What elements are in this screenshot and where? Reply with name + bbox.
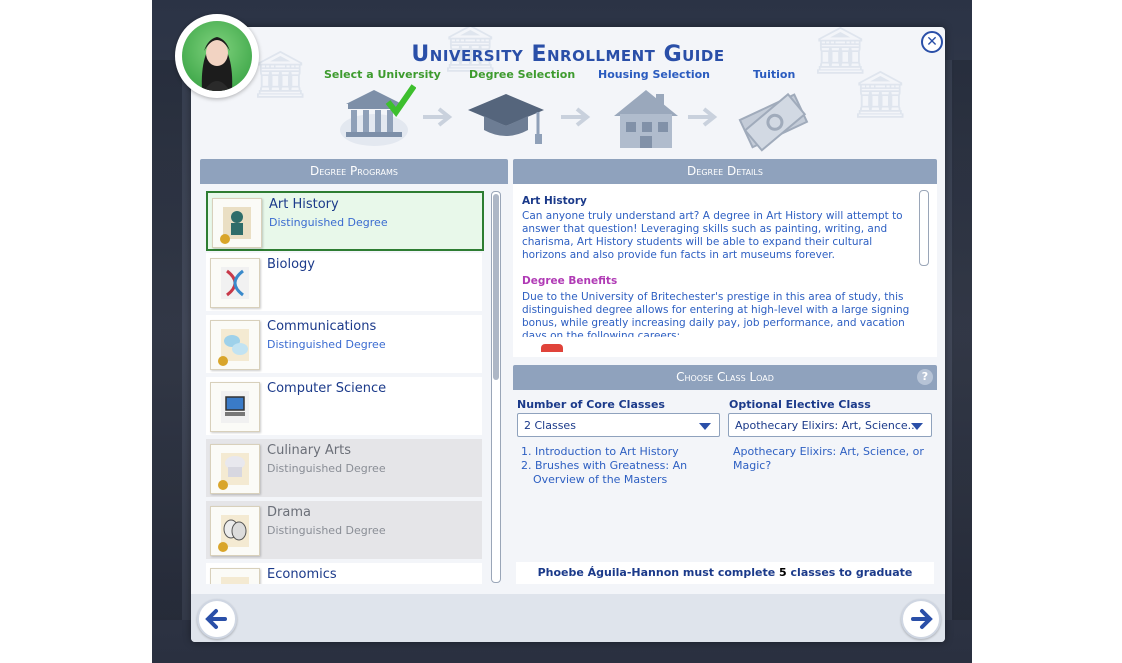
step-label-select-university: Select a University [324,68,441,81]
details-scrollbar-thumb[interactable] [921,193,927,263]
degree-programs-header: Degree Programs [200,159,508,184]
sim-avatar [175,14,259,98]
details-benefits-title: Degree Benefits [522,275,618,287]
program-item-art-history[interactable]: Art History Distinguished Degree [206,191,484,251]
step-label-degree-selection: Degree Selection [469,68,576,81]
details-benefits-text: Due to the University of Britechester's … [522,291,910,337]
degree-programs-list: Art History Distinguished Degree Biology… [206,191,484,584]
details-degree-title: Art History [522,195,587,207]
career-icon [541,344,563,352]
programs-scrollbar[interactable] [491,191,501,583]
details-description: Can anyone truly understand art? A degre… [522,210,903,261]
core-class-item: Overview of the Masters [533,473,668,486]
core-classes-label: Number of Core Classes [517,398,665,411]
dna-icon [210,258,260,308]
arrow-left-icon [205,609,227,629]
dialog-title: University Enrollment Guide [411,42,725,67]
computer-icon [210,382,260,432]
program-item-computer-science[interactable]: Computer Science [206,377,482,435]
programs-scrollbar-thumb[interactable] [493,194,499,380]
house-icon [614,90,678,148]
degree-details-panel: Art History Can anyone truly understand … [513,184,937,357]
core-class-item: 1. Introduction to Art History [521,445,679,458]
program-name: Culinary Arts [267,443,352,458]
step-label-housing-selection: Housing Selection [598,68,710,81]
next-button[interactable] [901,599,941,639]
program-item-communications[interactable]: Communications Distinguished Degree [206,315,482,373]
elective-class-description: Apothecary Elixirs: Art, Science, or Mag… [733,445,924,473]
step-arrow-icon [688,107,718,127]
step-label-tuition: Tuition [753,68,796,81]
graduation-class-count: 5 [779,566,787,579]
elective-desc-line: Magic? [733,459,772,472]
chevron-down-icon [911,423,923,430]
program-name: Art History [269,197,339,212]
back-button[interactable] [197,599,237,639]
chevron-down-icon [699,423,711,430]
step-arrow-icon [561,107,591,127]
graduation-requirement-suffix: classes to graduate [786,566,913,579]
elective-desc-line: Apothecary Elixirs: Art, Science, or [733,445,924,458]
elective-class-value: Apothecary Elixirs: Art, Science... [735,419,919,432]
program-subtitle: Distinguished Degree [269,216,388,229]
program-item-biology[interactable]: Biology [206,253,482,311]
program-name: Computer Science [267,381,387,396]
bottom-bar [191,594,945,642]
core-classes-dropdown[interactable]: 2 Classes [517,413,720,437]
details-scrollbar[interactable] [919,190,929,266]
graduation-requirement-prefix: Phoebe Águila-Hannon must complete [537,566,780,579]
elective-class-label: Optional Elective Class [729,398,871,411]
money-icon [738,92,809,152]
step-arrow-icon [423,107,453,127]
speech-bubbles-icon [210,320,260,370]
core-classes-value: 2 Classes [524,419,576,432]
program-item-drama[interactable]: Drama Distinguished Degree [206,501,482,559]
graduation-cap-icon [468,94,544,144]
program-name: Biology [267,257,315,272]
enrollment-dialog: 🏛 🏛 🏛 🏛 University Enrollment Guide ✕ Se… [191,27,945,642]
program-subtitle: Distinguished Degree [267,338,386,351]
core-classes-list: 1. Introduction to Art History 2. Brushe… [521,445,687,487]
close-button[interactable]: ✕ [921,31,943,53]
sculpture-icon [212,198,262,248]
program-item-culinary-arts[interactable]: Culinary Arts Distinguished Degree [206,439,482,497]
arrow-right-icon [911,609,933,629]
economics-icon [210,568,260,584]
program-subtitle: Distinguished Degree [267,524,386,537]
help-button[interactable]: ? [917,369,933,385]
program-name: Economics [267,567,337,582]
program-item-economics[interactable]: Economics [206,563,482,584]
chef-hat-icon [210,444,260,494]
core-class-item: 2. Brushes with Greatness: An [521,459,688,472]
program-subtitle: Distinguished Degree [267,462,386,475]
program-name: Communications [267,319,377,334]
graduation-requirement: Phoebe Águila-Hannon must complete 5 cla… [516,562,934,584]
watermark-building-icon: 🏛 [851,67,910,121]
class-load-header: Choose Class Load [513,365,937,390]
drama-masks-icon [210,506,260,556]
university-building-icon [340,84,416,146]
elective-class-dropdown[interactable]: Apothecary Elixirs: Art, Science... [728,413,932,437]
sim-portrait [182,21,252,91]
program-name: Drama [267,505,311,520]
degree-details-header: Degree Details [513,159,937,184]
